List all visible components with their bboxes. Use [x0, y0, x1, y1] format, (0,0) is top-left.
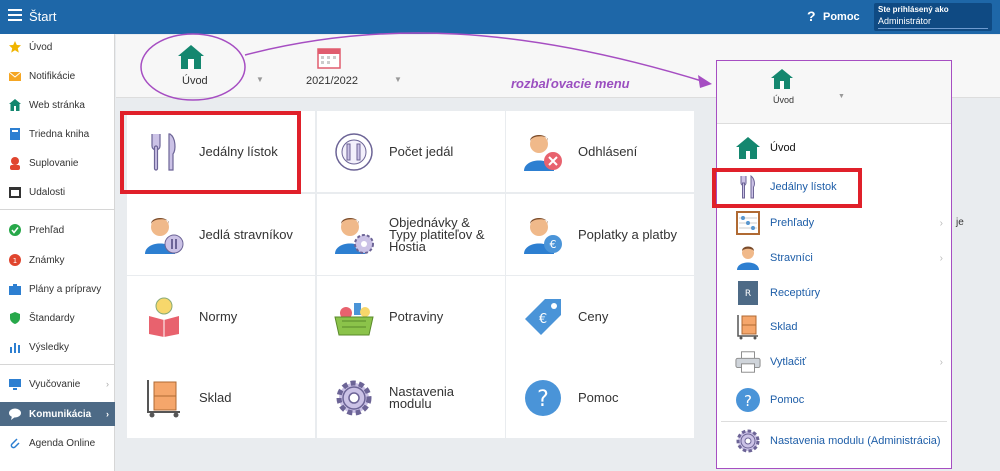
tile-objednavky[interactable]: Objednávky & Typy platiteľov & Hostia: [317, 194, 505, 275]
tile-label: Pomoc: [578, 389, 619, 405]
chevron-down-icon: ▼: [838, 93, 845, 100]
menu-item-receptury[interactable]: R Receptúry: [735, 279, 820, 307]
tile-normy[interactable]: Normy: [127, 276, 315, 357]
house-icon: [735, 134, 761, 162]
svg-text:?: ?: [537, 387, 549, 412]
tile-label: Jedlá stravníkov: [199, 226, 293, 242]
chevron-right-icon: ›: [939, 252, 943, 264]
tile-label: Poplatky a platby: [578, 226, 678, 242]
annotation-text: rozbaľovacie menu: [511, 76, 630, 91]
svg-text:€: €: [539, 312, 547, 327]
tile-poplatky[interactable]: € Poplatky a platby: [506, 194, 694, 275]
menu-item-sklad[interactable]: Sklad: [735, 313, 798, 341]
tile-potraviny[interactable]: Potraviny: [317, 276, 505, 357]
tile-nastavenia[interactable]: Nastavenia modulu: [317, 357, 505, 438]
svg-text:€: €: [550, 238, 557, 251]
menu-item-pomoc[interactable]: ? Pomoc: [735, 386, 804, 414]
tile-jedla-stravnikov[interactable]: Jedlá stravníkov: [127, 194, 315, 275]
question-icon: ?: [735, 386, 761, 414]
chevron-right-icon: ›: [939, 217, 943, 229]
tile-label: Normy: [199, 308, 238, 324]
price-tag-icon: €: [520, 294, 566, 340]
annotation-arrow: [244, 32, 706, 83]
tile-label: Sklad: [199, 389, 232, 405]
tile-label: Počet jedál: [389, 143, 454, 159]
reader-icon: [141, 294, 187, 340]
highlight-box: [120, 111, 301, 194]
dropdown-header[interactable]: Úvod ▼: [717, 61, 951, 124]
tile-label: Potraviny: [389, 308, 444, 324]
annotation-ellipse: [140, 33, 246, 101]
person-icon: [735, 244, 761, 272]
boxes-icon: [735, 313, 761, 341]
menu-item-label: Receptúry: [770, 287, 821, 299]
svg-text:?: ?: [744, 392, 752, 410]
menu-item-label: Sklad: [770, 321, 798, 333]
menu-item-nastavenia[interactable]: Nastavenia modulu (Administrácia): [735, 427, 941, 455]
gear-icon: [331, 375, 377, 421]
menu-item-label: Pomoc: [770, 394, 805, 406]
menu-item-label: Prehľady: [770, 217, 815, 229]
tile-ceny[interactable]: € Ceny: [506, 276, 694, 357]
question-icon: ?: [520, 375, 566, 421]
annotation-arrow-head: [698, 75, 712, 88]
tile-label: Nastavenia modulu: [389, 383, 455, 411]
boxes-icon: [141, 375, 187, 421]
menu-item-prehlady[interactable]: Prehľady ›: [735, 209, 951, 237]
tile-odhlaseni[interactable]: Odhlásení: [506, 111, 694, 192]
gear-icon: [735, 427, 761, 455]
menu-item-uvod[interactable]: Úvod: [735, 134, 796, 162]
tile-pocet-jedal[interactable]: Počet jedál: [317, 111, 505, 192]
dropdown-head-label: Úvod: [773, 95, 795, 105]
house-icon: [770, 68, 794, 95]
menu-item-vytlacit[interactable]: Vytlačiť ›: [735, 348, 951, 376]
person-cancel-icon: [520, 129, 566, 175]
hidden-text-fragment: je: [956, 217, 964, 228]
abacus-icon: [735, 209, 761, 237]
basket-icon: [331, 294, 377, 340]
tile-label: Odhlásení: [578, 143, 638, 159]
svg-text:R: R: [745, 289, 751, 299]
tile-label: Objednávky & Typy platiteľov & Hostia: [389, 214, 485, 254]
printer-icon: [735, 348, 761, 376]
person-euro-icon: €: [520, 212, 566, 258]
recipe-book-icon: R: [735, 279, 761, 307]
menu-item-label: Stravníci: [770, 252, 813, 264]
person-gear-icon: [331, 212, 377, 258]
menu-item-stravnici[interactable]: Stravníci ›: [735, 244, 951, 272]
tile-sklad[interactable]: Sklad: [127, 357, 315, 438]
highlight-box: [712, 168, 862, 208]
plate-icon: [331, 129, 377, 175]
menu-divider: [721, 421, 947, 422]
person-cutlery-icon: [141, 212, 187, 258]
dropdown-panel: Úvod ▼ Úvod Jedálny lístok Prehľady › St…: [716, 60, 952, 469]
menu-item-label: Vytlačiť: [770, 356, 807, 368]
tile-label: Ceny: [578, 308, 609, 324]
menu-item-label: Nastavenia modulu (Administrácia): [770, 435, 941, 447]
chevron-right-icon: ›: [939, 356, 943, 368]
tile-pomoc[interactable]: ? Pomoc: [506, 357, 694, 438]
menu-item-label: Úvod: [770, 142, 796, 154]
